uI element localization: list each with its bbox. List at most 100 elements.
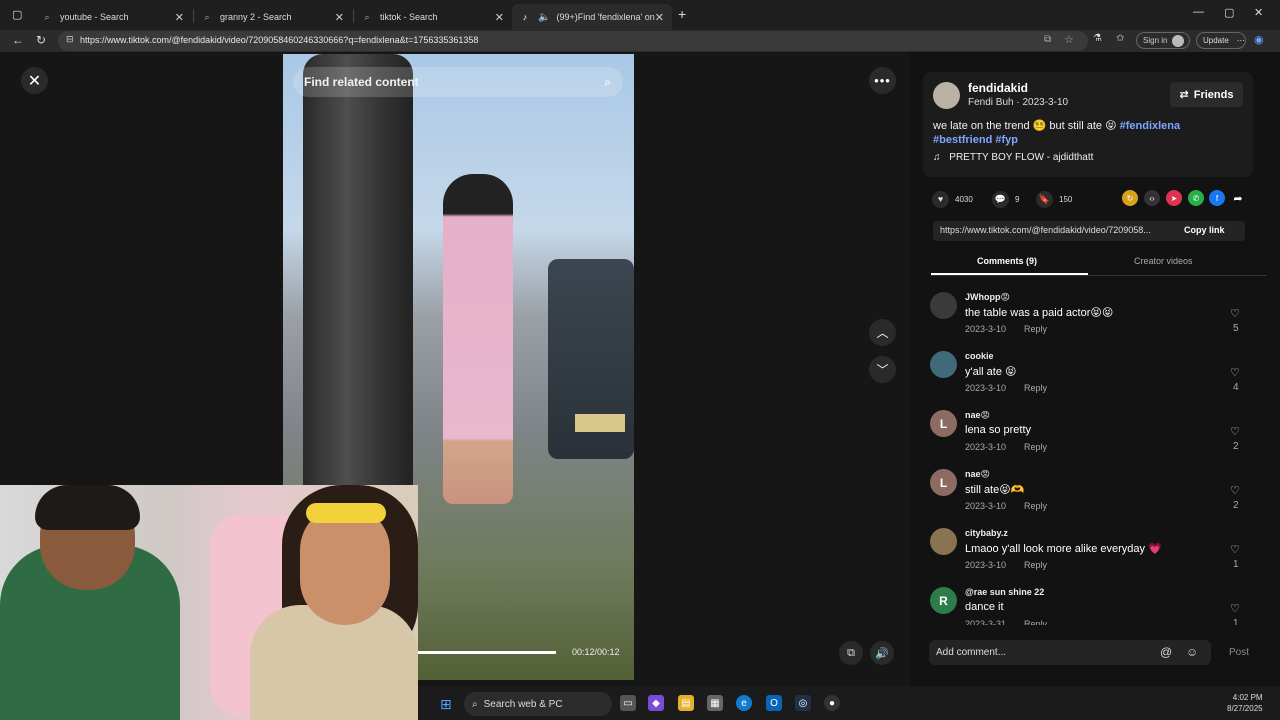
find-related-content-search[interactable]: Find related content ⌕ bbox=[293, 67, 623, 97]
tab-granny-search[interactable]: ⌕ granny 2 - Search ✕ bbox=[194, 4, 352, 30]
reply-button[interactable]: Reply bbox=[1024, 560, 1047, 570]
close-window-icon[interactable]: ✕ bbox=[1254, 6, 1263, 19]
update-button[interactable]: Update ⋯ bbox=[1196, 32, 1246, 49]
commenter-username[interactable]: @rae sun shine 22 bbox=[965, 587, 1044, 597]
send-icon[interactable]: ➤ bbox=[1166, 190, 1182, 206]
heart-icon[interactable]: ♡ bbox=[1230, 602, 1240, 615]
reply-button[interactable]: Reply bbox=[1024, 383, 1047, 393]
video-progress-bar[interactable] bbox=[418, 651, 556, 654]
facebook-icon[interactable]: f bbox=[1209, 190, 1225, 206]
author-username[interactable]: fendidakid bbox=[968, 81, 1028, 95]
post-button[interactable]: Post bbox=[1229, 647, 1249, 658]
reply-button[interactable]: Reply bbox=[1024, 619, 1047, 625]
more-options-button[interactable]: ••• bbox=[869, 67, 896, 94]
commenter-username[interactable]: cookie bbox=[965, 351, 994, 361]
favorite-star-icon[interactable]: ☆ bbox=[1064, 33, 1074, 46]
commenter-avatar[interactable]: R bbox=[930, 587, 957, 614]
refresh-icon[interactable]: ↻ bbox=[36, 33, 46, 47]
friends-button[interactable]: ⇄ Friends bbox=[1170, 82, 1243, 107]
hashtag-link[interactable]: #fendixlena bbox=[1120, 120, 1181, 132]
heart-icon[interactable]: ♡ bbox=[1230, 366, 1240, 379]
author-avatar[interactable] bbox=[933, 82, 960, 109]
commenter-avatar[interactable] bbox=[930, 292, 957, 319]
add-comment-placeholder[interactable]: Add comment... bbox=[936, 647, 1006, 658]
reply-button[interactable]: Reply bbox=[1024, 442, 1047, 452]
sign-in-button[interactable]: Sign in bbox=[1136, 32, 1190, 49]
commenter-username[interactable]: JWhopp😡 bbox=[965, 292, 1010, 303]
close-icon[interactable]: ✕ bbox=[175, 11, 184, 24]
comment-like-count: 1 bbox=[1233, 559, 1239, 570]
file-explorer-icon[interactable]: ▤ bbox=[678, 695, 694, 711]
reply-button[interactable]: Reply bbox=[1024, 501, 1047, 511]
heart-icon[interactable]: ♡ bbox=[1230, 484, 1240, 497]
commenter-username[interactable]: citybaby.z bbox=[965, 528, 1008, 538]
comment-list[interactable]: JWhopp😡 the table was a paid actor😝😝 2023-… bbox=[930, 290, 1250, 625]
floating-player-button[interactable]: ⧉ bbox=[839, 641, 863, 665]
heart-icon[interactable]: ♡ bbox=[1230, 425, 1240, 438]
tab-creator-videos[interactable]: Creator videos bbox=[1134, 256, 1193, 266]
mention-icon[interactable]: @ bbox=[1160, 645, 1172, 659]
close-video-button[interactable]: ✕ bbox=[21, 67, 48, 94]
share-link-url[interactable]: https://www.tiktok.com/@fendidakid/video… bbox=[940, 225, 1176, 235]
new-tab-button[interactable]: + bbox=[678, 6, 686, 22]
save-stat[interactable]: 🔖 150 bbox=[1036, 190, 1072, 208]
outlook-icon[interactable]: O bbox=[766, 695, 782, 711]
music-link[interactable]: ♫ PRETTY BOY FLOW - ajdidthatt bbox=[933, 152, 1093, 163]
search-icon[interactable]: ⌕ bbox=[604, 75, 611, 90]
obs-icon[interactable]: ● bbox=[824, 695, 840, 711]
copilot-icon[interactable]: ◉ bbox=[1254, 33, 1264, 46]
commenter-avatar[interactable]: L bbox=[930, 469, 957, 496]
close-icon[interactable]: ✕ bbox=[335, 11, 344, 24]
reply-button[interactable]: Reply bbox=[1024, 324, 1047, 334]
copilot-app-icon[interactable]: ◆ bbox=[648, 695, 664, 711]
commenter-avatar[interactable] bbox=[930, 528, 957, 555]
commenter-username[interactable]: nae😡 bbox=[965, 410, 990, 421]
hashtag-link[interactable]: #bestfriend bbox=[933, 134, 992, 146]
commenter-username[interactable]: nae😡 bbox=[965, 469, 990, 480]
sidebar-toggle-icon[interactable]: ▢ bbox=[12, 8, 22, 21]
commenter-avatar[interactable]: L bbox=[930, 410, 957, 437]
save-count: 150 bbox=[1059, 194, 1073, 204]
system-clock[interactable]: 4:02 PM 8/27/2025 bbox=[1227, 692, 1263, 714]
share-arrow-icon[interactable]: ➦ bbox=[1230, 190, 1246, 206]
like-stat[interactable]: ♥ 4030 bbox=[932, 190, 973, 208]
comment-like-count: 5 bbox=[1233, 323, 1239, 334]
volume-button[interactable]: 🔊 bbox=[870, 641, 894, 665]
maximize-icon[interactable]: ▢ bbox=[1224, 6, 1234, 19]
close-icon[interactable]: ✕ bbox=[655, 11, 664, 24]
windows-start-icon[interactable]: ⊞ bbox=[440, 696, 452, 713]
heart-icon[interactable]: ♡ bbox=[1230, 307, 1240, 320]
speaker-icon[interactable]: 🔈 bbox=[538, 12, 550, 23]
tab-tiktok-search[interactable]: ⌕ tiktok - Search ✕ bbox=[354, 4, 512, 30]
back-icon[interactable]: ← bbox=[12, 33, 24, 47]
url-text[interactable]: https://www.tiktok.com/@fendidakid/video… bbox=[80, 35, 478, 45]
favorites-icon[interactable]: ✩ bbox=[1116, 33, 1124, 44]
steam-icon[interactable]: ◎ bbox=[795, 695, 811, 711]
commenter-avatar[interactable] bbox=[930, 351, 957, 378]
hashtag-link[interactable]: #fyp bbox=[995, 134, 1018, 146]
next-video-button[interactable]: ﹀ bbox=[869, 356, 896, 383]
heart-icon[interactable]: ♡ bbox=[1230, 543, 1240, 556]
taskbar-search[interactable]: ⌕ Search web & PC bbox=[464, 692, 612, 716]
minimize-icon[interactable]: — bbox=[1193, 6, 1204, 18]
whatsapp-icon[interactable]: ✆ bbox=[1188, 190, 1204, 206]
edge-icon[interactable]: e bbox=[736, 695, 752, 711]
address-bar[interactable]: ⊟ https://www.tiktok.com/@fendidakid/vid… bbox=[58, 31, 1088, 51]
repost-icon[interactable]: ↻ bbox=[1122, 190, 1138, 206]
tab-youtube-search[interactable]: ⌕ youtube - Search ✕ bbox=[34, 4, 192, 30]
comment-stat[interactable]: 💬 9 bbox=[992, 190, 1019, 208]
site-info-icon[interactable]: ⊟ bbox=[66, 34, 74, 45]
previous-video-button[interactable]: ︿ bbox=[869, 319, 896, 346]
task-view-icon[interactable]: ▭ bbox=[620, 695, 636, 711]
copy-link-button[interactable]: Copy link bbox=[1184, 225, 1225, 235]
like-count: 4030 bbox=[955, 194, 973, 204]
tab-tiktok-video[interactable]: ♪ 🔈 (99+)Find 'fendixlena' on Ti... ✕ bbox=[512, 4, 672, 30]
emoji-icon[interactable]: ☺ bbox=[1186, 645, 1198, 659]
comment-date: 2023-3-10 bbox=[965, 324, 1007, 334]
close-icon[interactable]: ✕ bbox=[495, 11, 504, 24]
extensions-icon[interactable]: ⚗ bbox=[1093, 33, 1102, 44]
split-screen-icon[interactable]: ⧉ bbox=[1044, 34, 1051, 45]
embed-icon[interactable]: ‹› bbox=[1144, 190, 1160, 206]
tab-comments[interactable]: Comments (9) bbox=[977, 256, 1037, 266]
store-icon[interactable]: ▦ bbox=[707, 695, 723, 711]
